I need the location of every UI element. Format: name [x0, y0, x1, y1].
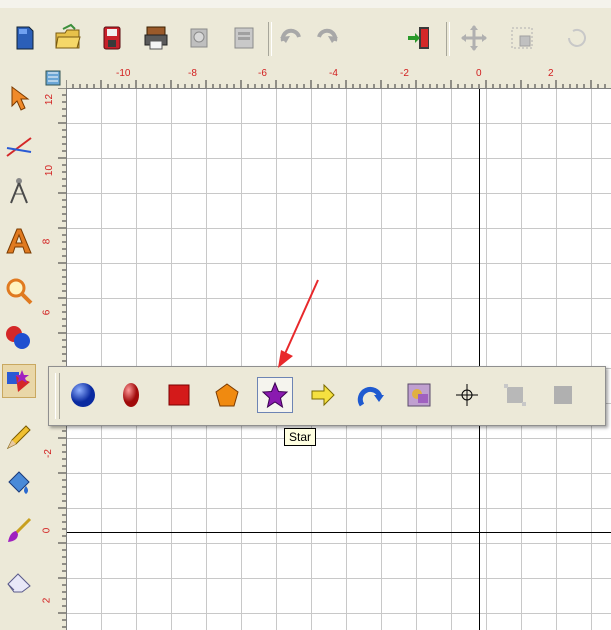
shape-disabled-icon[interactable]	[497, 377, 533, 413]
left-toolbar	[0, 68, 38, 630]
text-tool-icon[interactable]	[2, 224, 36, 258]
undo-icon[interactable]	[276, 22, 308, 54]
ruler-label: 2	[41, 597, 53, 604]
shapes-palette	[48, 366, 606, 426]
new-document-icon[interactable]	[8, 22, 40, 54]
ruler-label: 12	[44, 93, 56, 106]
pointer-tool-icon[interactable]	[2, 82, 36, 116]
ruler-label: -4	[329, 68, 338, 79]
save-icon[interactable]	[96, 22, 128, 54]
ruler-label: 6	[41, 309, 53, 316]
zoom-tool-icon[interactable]	[2, 274, 36, 308]
brush-tool-icon[interactable]	[2, 514, 36, 548]
export-icon[interactable]	[228, 22, 260, 54]
ruler-label: 0	[41, 527, 53, 534]
circles-tool-icon[interactable]	[2, 320, 36, 354]
main-toolbar	[0, 0, 611, 68]
compass-tool-icon[interactable]	[2, 174, 36, 208]
picture-shape-icon[interactable]	[401, 377, 437, 413]
print-icon[interactable]	[140, 22, 172, 54]
x-axis-line	[67, 532, 611, 533]
ruler-label: -6	[258, 68, 267, 79]
arrow-shape-icon[interactable]	[305, 377, 341, 413]
shape-disabled-icon[interactable]	[545, 377, 581, 413]
eraser-tool-icon[interactable]	[2, 564, 36, 598]
menu-strip	[0, 0, 611, 8]
ruler-label: 10	[44, 164, 56, 177]
ruler-label: 8	[41, 238, 53, 245]
curved-arrow-shape-icon[interactable]	[353, 377, 389, 413]
circle-shape-icon[interactable]	[65, 377, 101, 413]
rotate-icon[interactable]	[560, 22, 592, 54]
pentagon-shape-icon[interactable]	[209, 377, 245, 413]
horizontal-ruler: -10 -8 -6 -4 -2 0 2	[66, 68, 611, 89]
ruler-label: -10	[116, 68, 131, 79]
move-icon[interactable]	[458, 22, 490, 54]
redo-icon[interactable]	[310, 22, 342, 54]
pencil-tool-icon[interactable]	[2, 420, 36, 454]
toolbar-separator	[446, 22, 450, 56]
ruler-label: -2	[42, 449, 54, 458]
ellipse-shape-icon[interactable]	[113, 377, 149, 413]
line-tool-icon[interactable]	[2, 130, 36, 164]
square-shape-icon[interactable]	[161, 377, 197, 413]
fill-tool-icon[interactable]	[2, 466, 36, 500]
ruler-label: 2	[548, 68, 554, 79]
exit-icon[interactable]	[404, 22, 436, 54]
resize-icon[interactable]	[506, 22, 538, 54]
crosshair-shape-icon[interactable]	[449, 377, 485, 413]
ruler-corner[interactable]	[38, 68, 66, 88]
print-preview-icon[interactable]	[184, 22, 216, 54]
ruler-label: -8	[188, 68, 197, 79]
drawing-canvas[interactable]	[67, 89, 611, 630]
ruler-label: -2	[400, 68, 409, 79]
star-shape-icon[interactable]	[257, 377, 293, 413]
toolbar-separator	[268, 22, 272, 56]
palette-grip[interactable]	[55, 373, 60, 419]
shapes-tool-icon[interactable]	[2, 364, 36, 398]
vertical-ruler: 12 10 8 6 -2 0 2	[38, 88, 67, 630]
y-axis-line	[479, 89, 480, 630]
ruler-label: 0	[476, 68, 482, 79]
tooltip: Star	[284, 428, 317, 446]
open-folder-icon[interactable]	[52, 22, 84, 54]
